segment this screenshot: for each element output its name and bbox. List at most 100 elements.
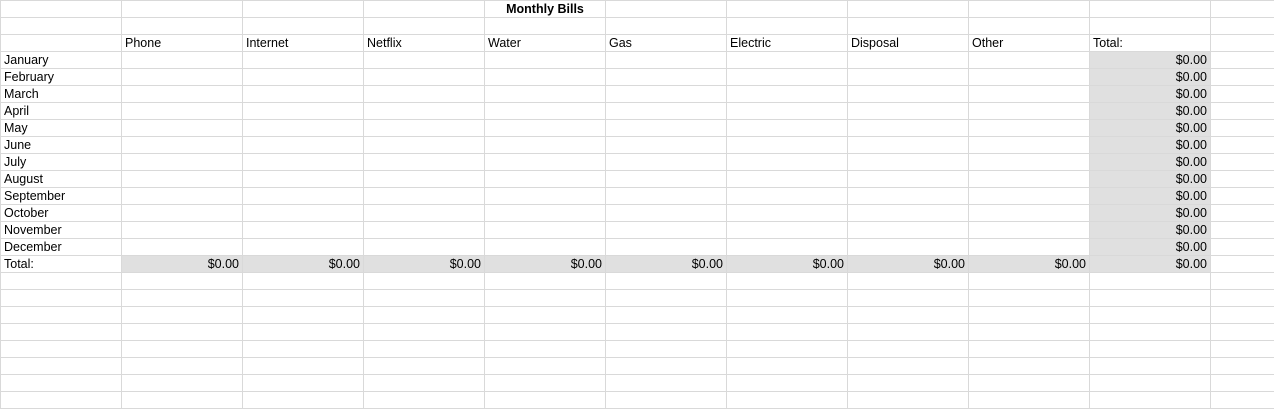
cell[interactable] bbox=[364, 290, 485, 307]
cell[interactable] bbox=[364, 273, 485, 290]
cell[interactable] bbox=[1211, 188, 1274, 205]
bill-cell[interactable] bbox=[364, 120, 485, 137]
month-total[interactable]: $0.00 bbox=[1090, 86, 1211, 103]
bill-cell[interactable] bbox=[364, 222, 485, 239]
cell[interactable] bbox=[1211, 171, 1274, 188]
cell[interactable] bbox=[1, 324, 122, 341]
cell[interactable] bbox=[243, 307, 364, 324]
bill-cell[interactable] bbox=[848, 120, 969, 137]
cell[interactable] bbox=[243, 1, 364, 18]
cell[interactable] bbox=[727, 290, 848, 307]
bill-cell[interactable] bbox=[485, 86, 606, 103]
bill-cell[interactable] bbox=[848, 171, 969, 188]
cell[interactable] bbox=[485, 290, 606, 307]
bill-cell[interactable] bbox=[848, 69, 969, 86]
cell[interactable] bbox=[727, 358, 848, 375]
cell[interactable] bbox=[485, 392, 606, 409]
cell[interactable] bbox=[485, 273, 606, 290]
cell[interactable] bbox=[1211, 256, 1274, 273]
cell[interactable] bbox=[1211, 154, 1274, 171]
month-label[interactable]: October bbox=[1, 205, 122, 222]
cell[interactable] bbox=[1211, 307, 1274, 324]
cell[interactable] bbox=[1211, 18, 1274, 35]
cell[interactable] bbox=[364, 1, 485, 18]
cell[interactable] bbox=[122, 358, 243, 375]
cell[interactable] bbox=[969, 18, 1090, 35]
bill-cell[interactable] bbox=[485, 171, 606, 188]
bill-cell[interactable] bbox=[969, 103, 1090, 120]
cell[interactable] bbox=[1211, 290, 1274, 307]
month-label[interactable]: April bbox=[1, 103, 122, 120]
bill-cell[interactable] bbox=[243, 52, 364, 69]
cell[interactable] bbox=[606, 324, 727, 341]
bill-cell[interactable] bbox=[969, 86, 1090, 103]
cell[interactable] bbox=[969, 375, 1090, 392]
cell[interactable] bbox=[1090, 375, 1211, 392]
total-row-label[interactable]: Total: bbox=[1, 256, 122, 273]
month-total[interactable]: $0.00 bbox=[1090, 52, 1211, 69]
bill-cell[interactable] bbox=[969, 222, 1090, 239]
month-total[interactable]: $0.00 bbox=[1090, 222, 1211, 239]
month-label[interactable]: December bbox=[1, 239, 122, 256]
column-header-0[interactable]: Phone bbox=[122, 35, 243, 52]
cell[interactable] bbox=[848, 290, 969, 307]
month-label[interactable]: September bbox=[1, 188, 122, 205]
month-total[interactable]: $0.00 bbox=[1090, 188, 1211, 205]
bill-cell[interactable] bbox=[364, 137, 485, 154]
bill-cell[interactable] bbox=[848, 103, 969, 120]
cell[interactable] bbox=[364, 307, 485, 324]
bill-cell[interactable] bbox=[606, 239, 727, 256]
month-label[interactable]: August bbox=[1, 171, 122, 188]
cell[interactable] bbox=[1211, 52, 1274, 69]
cell[interactable] bbox=[1090, 392, 1211, 409]
bill-cell[interactable] bbox=[727, 86, 848, 103]
cell[interactable] bbox=[848, 18, 969, 35]
cell[interactable] bbox=[243, 290, 364, 307]
category-total[interactable]: $0.00 bbox=[243, 256, 364, 273]
bill-cell[interactable] bbox=[848, 205, 969, 222]
cell[interactable] bbox=[243, 18, 364, 35]
cell[interactable] bbox=[1, 358, 122, 375]
bill-cell[interactable] bbox=[848, 137, 969, 154]
bill-cell[interactable] bbox=[364, 154, 485, 171]
cell[interactable] bbox=[606, 392, 727, 409]
cell[interactable] bbox=[122, 341, 243, 358]
bill-cell[interactable] bbox=[969, 171, 1090, 188]
cell[interactable] bbox=[727, 18, 848, 35]
bill-cell[interactable] bbox=[243, 69, 364, 86]
cell[interactable] bbox=[243, 358, 364, 375]
cell[interactable] bbox=[364, 324, 485, 341]
bill-cell[interactable] bbox=[243, 239, 364, 256]
cell[interactable] bbox=[485, 358, 606, 375]
bill-cell[interactable] bbox=[364, 239, 485, 256]
cell[interactable] bbox=[1211, 205, 1274, 222]
bill-cell[interactable] bbox=[848, 239, 969, 256]
cell[interactable] bbox=[969, 273, 1090, 290]
bill-cell[interactable] bbox=[364, 188, 485, 205]
cell[interactable] bbox=[485, 18, 606, 35]
cell[interactable] bbox=[364, 375, 485, 392]
column-header-7[interactable]: Other bbox=[969, 35, 1090, 52]
bill-cell[interactable] bbox=[243, 86, 364, 103]
cell[interactable] bbox=[606, 290, 727, 307]
bill-cell[interactable] bbox=[364, 171, 485, 188]
cell[interactable] bbox=[1, 35, 122, 52]
cell[interactable] bbox=[727, 375, 848, 392]
month-label[interactable]: June bbox=[1, 137, 122, 154]
cell[interactable] bbox=[1211, 341, 1274, 358]
cell[interactable] bbox=[122, 392, 243, 409]
bill-cell[interactable] bbox=[969, 188, 1090, 205]
month-label[interactable]: February bbox=[1, 69, 122, 86]
bill-cell[interactable] bbox=[727, 154, 848, 171]
cell[interactable] bbox=[364, 392, 485, 409]
column-header-1[interactable]: Internet bbox=[243, 35, 364, 52]
bill-cell[interactable] bbox=[364, 86, 485, 103]
bill-cell[interactable] bbox=[727, 103, 848, 120]
bill-cell[interactable] bbox=[969, 120, 1090, 137]
month-total[interactable]: $0.00 bbox=[1090, 154, 1211, 171]
cell[interactable] bbox=[848, 1, 969, 18]
bill-cell[interactable] bbox=[485, 120, 606, 137]
cell[interactable] bbox=[122, 290, 243, 307]
cell[interactable] bbox=[122, 324, 243, 341]
category-total[interactable]: $0.00 bbox=[606, 256, 727, 273]
